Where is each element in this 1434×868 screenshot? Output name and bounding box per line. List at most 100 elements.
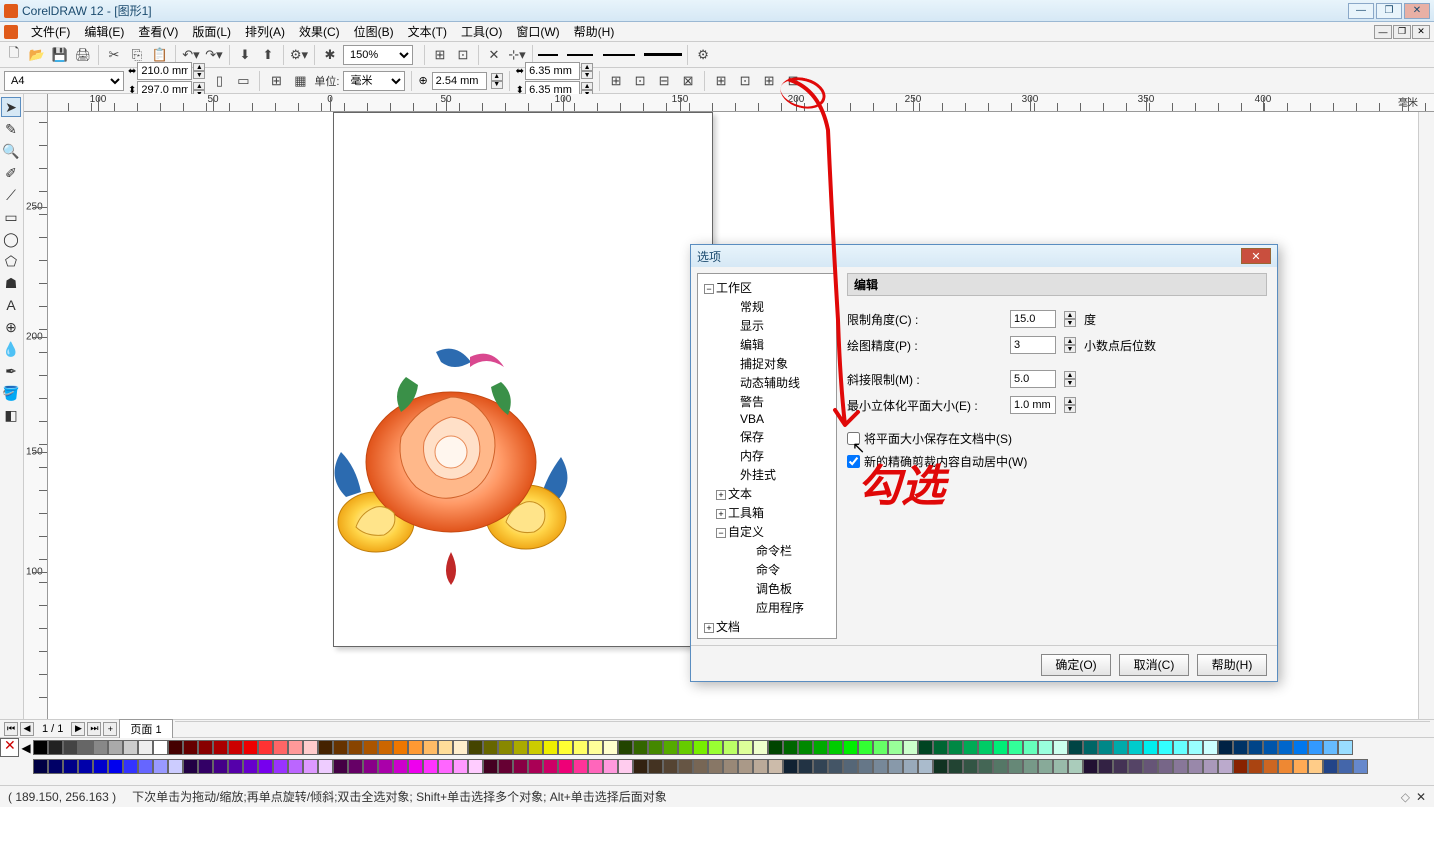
rectangle-tool-icon[interactable]: ▭: [1, 207, 21, 227]
color-swatch[interactable]: [978, 759, 993, 774]
color-swatch[interactable]: [1278, 740, 1293, 755]
color-swatch[interactable]: [948, 759, 963, 774]
color-swatch[interactable]: [918, 740, 933, 755]
color-swatch[interactable]: [1083, 740, 1098, 755]
color-swatch[interactable]: [1293, 759, 1308, 774]
text-tool-icon[interactable]: A: [1, 295, 21, 315]
color-swatch[interactable]: [333, 740, 348, 755]
color-swatch[interactable]: [1218, 759, 1233, 774]
page-tab-1[interactable]: 页面 1: [119, 719, 172, 738]
print-icon[interactable]: 🖨: [73, 45, 93, 65]
color-swatch[interactable]: [603, 740, 618, 755]
snap-icon[interactable]: ⊞: [430, 45, 450, 65]
options-tree[interactable]: −工作区 常规 显示 编辑 捕捉对象 动态辅助线 警告 VBA 保存 内存 外挂…: [697, 273, 837, 639]
opt-last-icon[interactable]: ⊟: [783, 71, 803, 91]
color-swatch[interactable]: [1248, 740, 1263, 755]
color-swatch[interactable]: [423, 740, 438, 755]
color-swatch[interactable]: [498, 759, 513, 774]
ruler-corner[interactable]: [24, 94, 48, 112]
color-swatch[interactable]: [33, 759, 48, 774]
ruler-horizontal[interactable]: 10050050100150200250300350400毫米: [48, 94, 1434, 112]
color-swatch[interactable]: [588, 759, 603, 774]
color-swatch[interactable]: [228, 759, 243, 774]
tree-commands[interactable]: 命令: [700, 560, 834, 579]
drawscale-icon[interactable]: ⊟: [654, 71, 674, 91]
color-swatch[interactable]: [1338, 759, 1353, 774]
color-swatch[interactable]: [318, 759, 333, 774]
color-swatch[interactable]: [1218, 740, 1233, 755]
color-swatch[interactable]: [468, 759, 483, 774]
zoom-tool-icon[interactable]: 🔍: [1, 141, 21, 161]
color-swatch[interactable]: [1293, 740, 1308, 755]
tree-save[interactable]: 保存: [700, 427, 834, 446]
color-swatch[interactable]: [408, 740, 423, 755]
color-swatch[interactable]: [693, 740, 708, 755]
last-page-button[interactable]: ⏭: [87, 722, 101, 736]
color-swatch[interactable]: [573, 759, 588, 774]
color-swatch[interactable]: [1323, 740, 1338, 755]
tree-text[interactable]: +文本: [700, 484, 834, 503]
color-swatch[interactable]: [513, 740, 528, 755]
menu-effects[interactable]: 效果(C): [292, 21, 347, 42]
pick-tool-icon[interactable]: ➤: [1, 97, 21, 117]
color-swatch[interactable]: [1308, 740, 1323, 755]
spin-down[interactable]: ▼: [491, 81, 503, 89]
spin-up[interactable]: ▲: [491, 73, 503, 81]
freehand-tool-icon[interactable]: ✐: [1, 163, 21, 183]
color-swatch[interactable]: [738, 759, 753, 774]
color-swatch[interactable]: [1068, 740, 1083, 755]
color-swatch[interactable]: [888, 740, 903, 755]
color-swatch[interactable]: [708, 759, 723, 774]
ruler-vertical[interactable]: 250200150100: [24, 112, 48, 719]
color-swatch[interactable]: [678, 759, 693, 774]
color-swatch[interactable]: [138, 759, 153, 774]
color-swatch[interactable]: [393, 759, 408, 774]
color-swatch[interactable]: [543, 740, 558, 755]
spin-down[interactable]: ▼: [1064, 345, 1076, 353]
tree-warnings[interactable]: 警告: [700, 392, 834, 411]
spin-up[interactable]: ▲: [193, 63, 205, 71]
color-swatch[interactable]: [783, 740, 798, 755]
tree-toolbox[interactable]: +工具箱: [700, 503, 834, 522]
tree-general[interactable]: 常规: [700, 297, 834, 316]
color-swatch[interactable]: [408, 759, 423, 774]
color-swatch[interactable]: [138, 740, 153, 755]
color-swatch[interactable]: [93, 740, 108, 755]
prev-page-button[interactable]: ◀: [20, 722, 34, 736]
color-swatch[interactable]: [78, 740, 93, 755]
color-swatch[interactable]: [1173, 740, 1188, 755]
color-swatch[interactable]: [168, 740, 183, 755]
color-swatch[interactable]: [483, 740, 498, 755]
color-swatch[interactable]: [543, 759, 558, 774]
color-swatch[interactable]: [258, 740, 273, 755]
color-swatch[interactable]: [1233, 740, 1248, 755]
spin-down[interactable]: ▼: [1064, 319, 1076, 327]
spin-up[interactable]: ▲: [1064, 397, 1076, 405]
color-swatch[interactable]: [768, 740, 783, 755]
spin-down[interactable]: ▼: [581, 71, 593, 79]
interactive-tool-icon[interactable]: ⊕: [1, 317, 21, 337]
color-swatch[interactable]: [1143, 759, 1158, 774]
precision-input[interactable]: [1010, 336, 1056, 354]
outline-tool-icon[interactable]: ✒: [1, 361, 21, 381]
color-swatch[interactable]: [258, 759, 273, 774]
color-swatch[interactable]: [873, 759, 888, 774]
line-style-4[interactable]: [644, 53, 682, 56]
color-swatch[interactable]: [288, 740, 303, 755]
color-swatch[interactable]: [303, 759, 318, 774]
tree-edit[interactable]: 编辑: [700, 335, 834, 354]
color-swatch[interactable]: [813, 740, 828, 755]
snap-obj-icon[interactable]: ⊞: [711, 71, 731, 91]
color-swatch[interactable]: [978, 740, 993, 755]
mdi-restore[interactable]: ❐: [1393, 25, 1411, 39]
color-swatch[interactable]: [1188, 740, 1203, 755]
color-swatch[interactable]: [1083, 759, 1098, 774]
color-swatch[interactable]: [288, 759, 303, 774]
color-swatch[interactable]: [363, 759, 378, 774]
color-swatch[interactable]: [648, 740, 663, 755]
color-swatch[interactable]: [63, 740, 78, 755]
spin-up[interactable]: ▲: [1064, 371, 1076, 379]
color-swatch[interactable]: [243, 759, 258, 774]
export-icon[interactable]: ⬆: [258, 45, 278, 65]
color-swatch[interactable]: [453, 759, 468, 774]
